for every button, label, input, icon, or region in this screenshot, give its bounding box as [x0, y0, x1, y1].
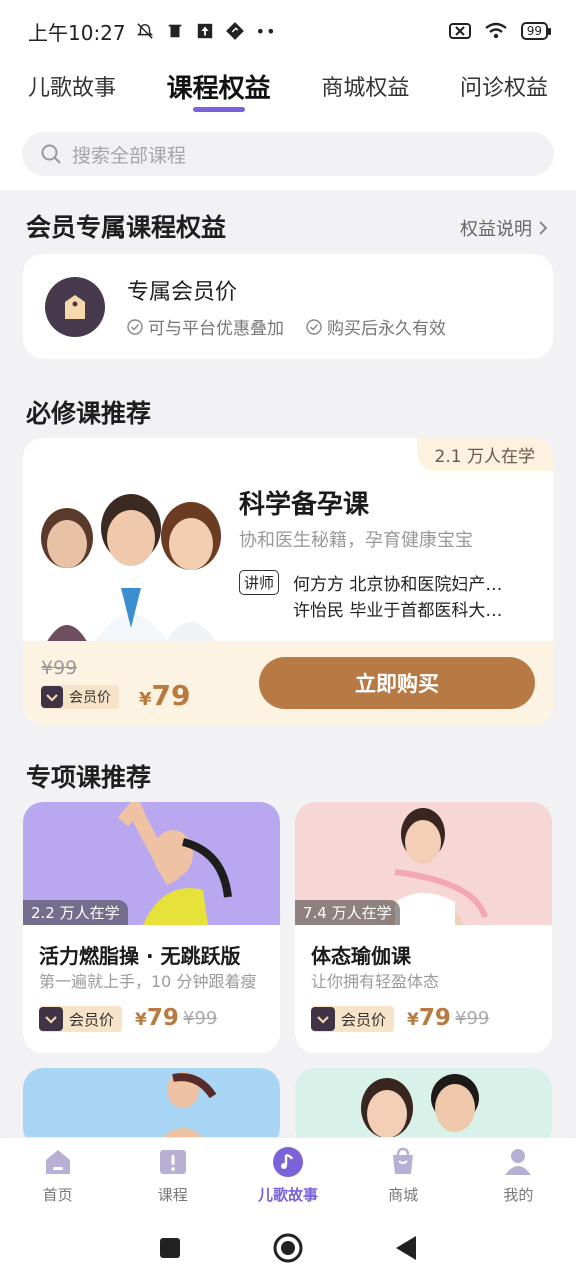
member-check-icon — [39, 1007, 63, 1031]
nav-songs-stories[interactable]: 儿歌故事 — [238, 1146, 338, 1215]
lecturer-badge: 讲师 — [239, 570, 280, 595]
member-benefit-card: 专属会员价 可与平台优惠叠加 购买后永久有效 — [23, 254, 553, 359]
member-check-icon — [311, 1007, 335, 1031]
member-price-tag: 会员价 — [41, 685, 119, 709]
bottom-navigation: 首页 课程 儿歌故事 商城 我的 — [0, 1137, 576, 1215]
member-check-icon — [41, 686, 63, 708]
course-title: 活力燃脂操 · 无跳跃版 — [39, 944, 241, 968]
learners-count: 2.2 万人在学 — [23, 900, 128, 925]
trash-icon — [168, 24, 181, 38]
required-course-card[interactable]: 2.1 万人在学 科学备孕课 协和医生秘籍，孕育健康宝宝 讲师 何方方 北京协和… — [23, 438, 553, 725]
no-sim-icon — [448, 23, 471, 39]
course-title: 科学备孕课 — [239, 490, 370, 520]
chevron-right-icon — [539, 221, 548, 235]
top-tab-bar: 儿歌故事 课程权益 商城权益 问诊权益 — [0, 62, 576, 124]
special-course-card[interactable] — [295, 1068, 552, 1148]
mute-bell-icon — [136, 23, 153, 39]
original-price: ¥99 — [455, 1008, 490, 1029]
original-price: ¥99 — [183, 1008, 218, 1029]
search-placeholder: 搜索全部课程 — [72, 144, 187, 167]
member-price-tag: 会员价 — [39, 1006, 123, 1032]
nav-home[interactable]: 首页 — [8, 1146, 108, 1215]
course-icon — [159, 1150, 186, 1174]
more-dots-icon: •• — [255, 21, 277, 41]
profile-icon — [505, 1149, 532, 1175]
lecturer-line: 许怡民 毕业于首都医科大… — [293, 601, 503, 621]
member-price: ¥79 — [407, 1005, 451, 1031]
required-section-title: 必修课推荐 — [26, 399, 152, 428]
search-icon — [41, 144, 61, 164]
member-price: ¥79 — [135, 1005, 179, 1031]
music-icon — [272, 1147, 303, 1177]
recent-apps-icon[interactable] — [158, 1236, 182, 1260]
member-section-title: 会员专属课程权益 — [26, 213, 227, 242]
shop-icon — [393, 1147, 414, 1174]
learners-count: 7.4 万人在学 — [295, 900, 400, 925]
benefit-item: 可与平台优惠叠加 — [127, 314, 284, 339]
member-price-tag: 会员价 — [311, 1006, 395, 1032]
special-section-title: 专项课推荐 — [26, 763, 152, 792]
learners-count: 2.1 万人在学 — [416, 438, 553, 471]
tab-course-benefits[interactable]: 课程权益 — [167, 62, 271, 118]
price-tag-icon — [65, 294, 85, 319]
status-time: 上午10:27 — [28, 20, 126, 45]
nav-profile[interactable]: 我的 — [468, 1146, 568, 1215]
tab-songs-stories[interactable]: 儿歌故事 — [28, 62, 116, 118]
system-navigation-bar — [0, 1215, 576, 1280]
course-subtitle: 第一遍就上手，10 分钟跟着瘦 — [39, 972, 257, 991]
original-price: ¥99 — [41, 657, 78, 679]
course-title: 体态瑜伽课 — [311, 944, 411, 968]
status-bar: 上午10:27 •• 99 — [0, 0, 576, 62]
benefit-explanation-label: 权益说明 — [460, 219, 532, 240]
battery-indicator: 99 — [520, 22, 552, 40]
home-circle-icon[interactable] — [272, 1232, 304, 1264]
wifi-icon — [484, 22, 507, 39]
tab-consult-benefits[interactable]: 问诊权益 — [460, 62, 548, 118]
course-cover-image — [295, 1068, 552, 1148]
search-area: 搜索全部课程 — [0, 124, 576, 190]
benefit-item: 购买后永久有效 — [306, 314, 446, 339]
price-bar: ¥99 会员价 ¥79 立即购买 — [23, 641, 553, 725]
member-price: ¥79 — [139, 679, 191, 712]
course-subtitle: 协和医生秘籍，孕育健康宝宝 — [239, 530, 473, 551]
tab-mall-benefits[interactable]: 商城权益 — [321, 62, 409, 118]
buy-now-button[interactable]: 立即购买 — [259, 657, 535, 709]
course-subtitle: 让你拥有轻盈体态 — [311, 972, 440, 991]
lecturer-line: 何方方 北京协和医院妇产… — [293, 575, 503, 595]
nav-shop[interactable]: 商城 — [353, 1146, 453, 1215]
nav-course[interactable]: 课程 — [123, 1146, 223, 1215]
special-course-card[interactable]: 7.4 万人在学 体态瑜伽课 让你拥有轻盈体态 会员价 ¥79 ¥99 — [295, 802, 552, 1053]
benefit-explanation-link[interactable]: 权益说明 — [460, 215, 548, 241]
benefit-title: 专属会员价 — [127, 280, 238, 305]
special-course-card[interactable] — [23, 1068, 280, 1148]
special-course-card[interactable]: 2.2 万人在学 活力燃脂操 · 无跳跃版 第一遍就上手，10 分钟跟着瘦 会员… — [23, 802, 280, 1053]
price-tag-badge — [45, 276, 105, 337]
search-input[interactable]: 搜索全部课程 — [22, 132, 554, 176]
back-icon[interactable] — [394, 1235, 418, 1261]
course-cover-image — [23, 1068, 280, 1148]
check-circle-icon — [127, 318, 143, 335]
navigation-icon — [225, 22, 244, 40]
doctors-photo — [37, 478, 227, 662]
home-icon — [45, 1150, 70, 1174]
upload-icon — [197, 23, 212, 39]
check-circle-icon — [306, 318, 322, 335]
